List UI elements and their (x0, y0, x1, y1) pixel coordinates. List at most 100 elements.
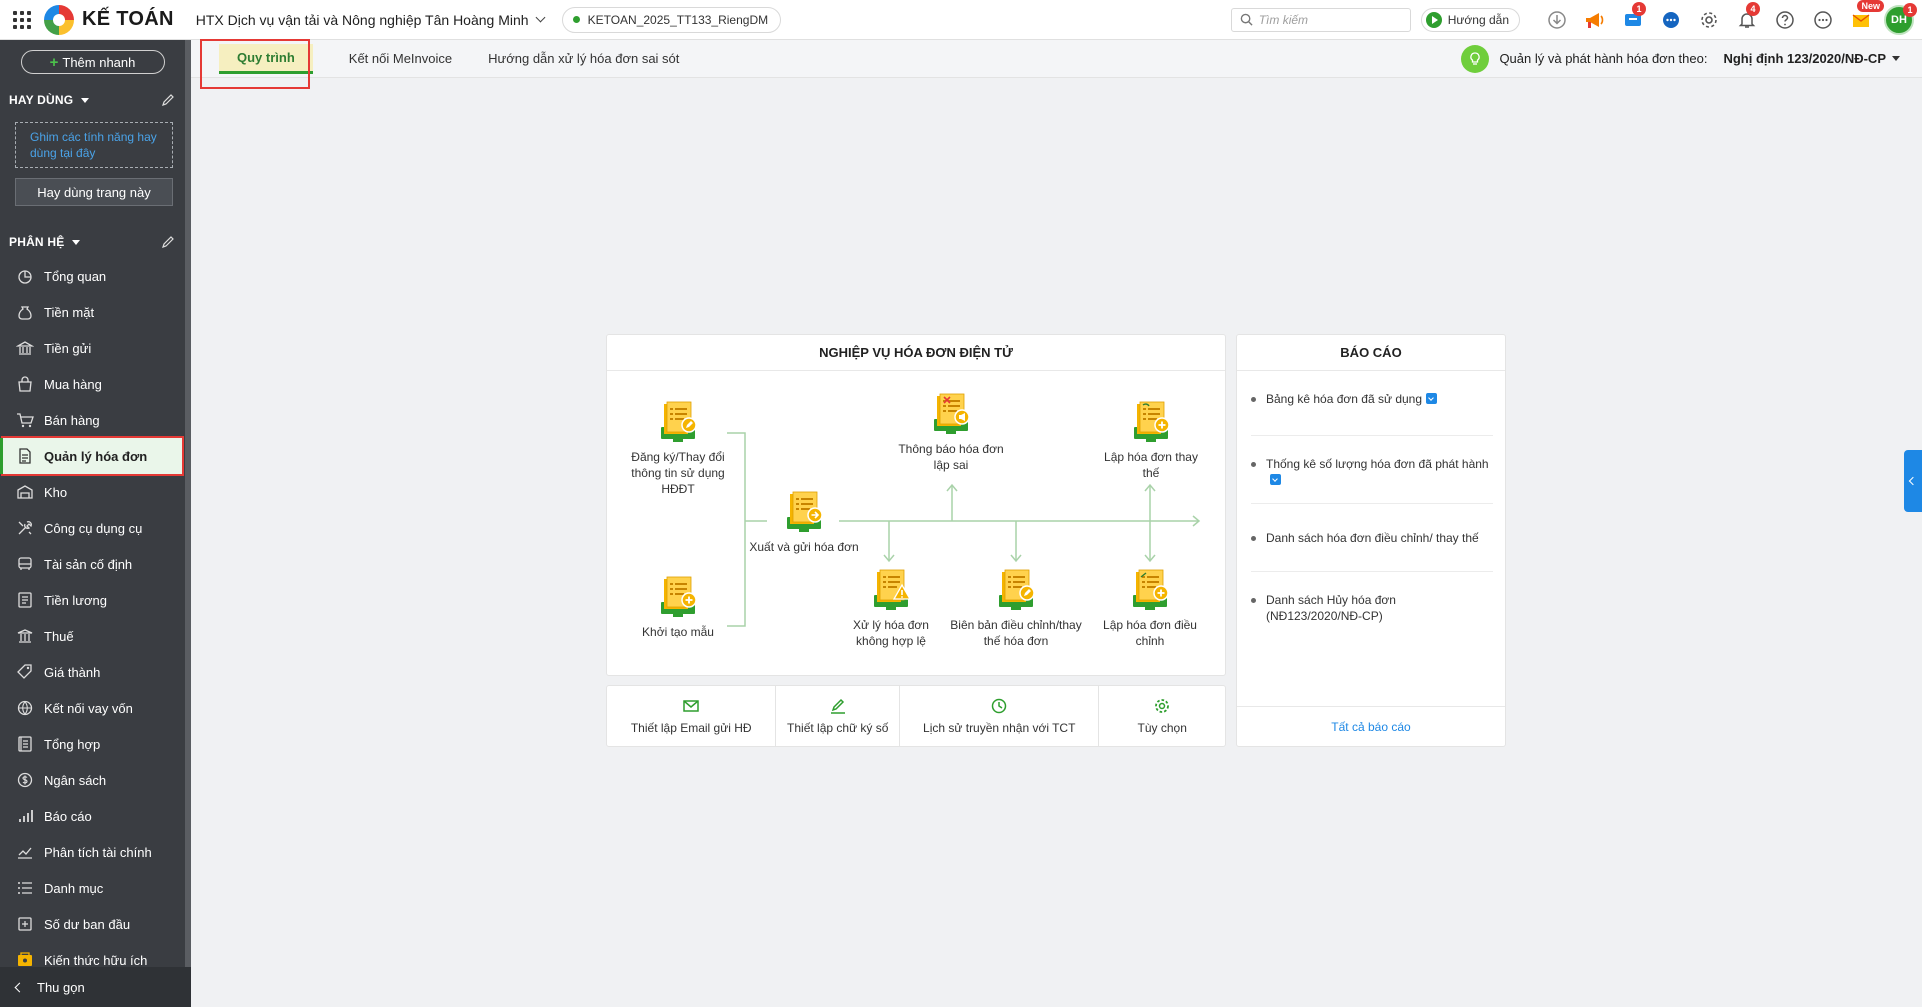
invoice-icon (19, 448, 31, 464)
sidebar-item-categories[interactable]: Danh mục (0, 870, 185, 906)
report-adjust-replace-list[interactable]: Danh sách hóa đơn điều chỉnh/ thay thế (1251, 504, 1493, 572)
tab-error-invoice-guide[interactable]: Hướng dẫn xử lý hóa đơn sai sót (470, 40, 697, 78)
cash-icon (18, 306, 32, 320)
issue-send-invoice-node[interactable]: Xuất và gửi hóa đơn (744, 491, 864, 555)
favorites-title: HAY DÙNG (9, 93, 74, 107)
sidebar-item-label: Bán hàng (44, 412, 100, 428)
create-template-icon (655, 576, 697, 618)
edit-pencil-icon[interactable] (161, 93, 175, 107)
whats-new-button[interactable]: New (1842, 0, 1884, 40)
sidebar-item-tools[interactable]: Công cụ dụng cụ (0, 510, 185, 546)
sidebar-item-tax[interactable]: Thuế (0, 618, 185, 654)
digital-signature-settings-button[interactable]: Thiết lập chữ ký số (776, 686, 901, 746)
more-button[interactable] (1804, 0, 1842, 40)
all-reports-link[interactable]: Tất cả báo cáo (1237, 706, 1505, 746)
create-template-node[interactable]: Khởi tạo mẫu (627, 576, 729, 640)
favorites-section-header: HAY DÙNG (0, 90, 185, 110)
edit-pencil-icon[interactable] (161, 235, 175, 249)
sidebar-item-label: Tổng hợp (44, 736, 101, 752)
tab-meinvoice-connection[interactable]: Kết nối MeInvoice (331, 40, 470, 78)
node-label: Thông báo hóa đơn lập sai (898, 442, 1004, 472)
sidebar-item-purchase[interactable]: Mua hàng (0, 366, 185, 402)
sidebar-item-label: Thuế (44, 628, 74, 644)
report-issued-count[interactable]: Thống kê số lượng hóa đơn đã phát hành (1251, 436, 1493, 504)
caret-down-icon[interactable] (81, 97, 90, 103)
notification-button[interactable]: 4 (1728, 0, 1766, 40)
salary-icon (18, 592, 32, 608)
chat-button[interactable] (1652, 0, 1690, 40)
warning-document-icon (868, 569, 912, 611)
settings-button[interactable] (1690, 0, 1728, 40)
sidebar-item-deposit[interactable]: Tiền gửi (0, 330, 185, 366)
sidebar-item-knowledge[interactable]: Kiến thức hữu ích (0, 942, 185, 967)
sidebar-item-label: Tổng quan (44, 268, 107, 284)
tab-workflow[interactable]: Quy trình (201, 40, 331, 78)
list-icon (18, 882, 32, 894)
sidebar-item-sales[interactable]: Bán hàng (0, 402, 185, 438)
sidebar-item-label: Giá thành (44, 664, 101, 680)
tab-label: Hướng dẫn xử lý hóa đơn sai sót (488, 51, 680, 66)
notify-error-invoice-node[interactable]: Thông báo hóa đơn lập sai (895, 393, 1007, 473)
create-replacement-invoice-node[interactable]: Lập hóa đơn thay thế (1099, 401, 1203, 481)
tool-label: Thiết lập Email gửi HĐ (630, 721, 752, 735)
decree-dropdown[interactable]: Nghị định 123/2020/NĐ-CP (1723, 51, 1900, 66)
handle-invalid-invoice-node[interactable]: Xử lý hóa đơn không hợp lệ (839, 569, 943, 649)
announcement-button[interactable] (1576, 0, 1614, 40)
sidebar-item-label: Kết nối vay vốn (44, 700, 133, 716)
download-button[interactable] (1538, 0, 1576, 40)
search-input[interactable] (1258, 12, 1399, 27)
collapse-label: Thu gọn (37, 979, 85, 995)
register-invoice-node[interactable]: Đăng ký/Thay đổi thông tin sử dụng HĐĐT (627, 401, 729, 497)
settings-tools-bar: Thiết lập Email gửi HĐ Thiết lập chữ ký … (606, 685, 1226, 747)
envelope-icon (683, 700, 699, 712)
collapse-sidebar-button[interactable]: Thu gọn (0, 967, 191, 1007)
price-tag-icon (17, 664, 32, 679)
adjustment-minutes-node[interactable]: Biên bản điều chỉnh/thay thế hóa đơn (946, 569, 1086, 649)
report-icon (19, 810, 33, 822)
sidebar-item-budget[interactable]: Ngân sách (0, 762, 185, 798)
sidebar-item-opening-balance[interactable]: Số dư ban đầu (0, 906, 185, 942)
sidebar-item-financial-analysis[interactable]: Phân tích tài chính (0, 834, 185, 870)
app-launcher-icon[interactable] (0, 0, 44, 40)
sidebar-item-cash[interactable]: Tiền mặt (0, 294, 185, 330)
ledger-icon (18, 736, 32, 752)
favorite-this-page-button[interactable]: Hay dùng trang này (15, 178, 173, 206)
create-adjustment-invoice-node[interactable]: Lập hóa đơn điều chỉnh (1097, 569, 1203, 649)
sidebar-item-warehouse[interactable]: Kho (0, 474, 185, 510)
report-list: Bảng kê hóa đơn đã sử dụng Thống kê số l… (1237, 371, 1507, 640)
right-panel-toggle[interactable] (1904, 450, 1922, 512)
email-settings-button[interactable]: Thiết lập Email gửi HĐ (607, 686, 777, 746)
sidebar-item-invoice-management[interactable]: Quản lý hóa đơn (0, 436, 184, 476)
sidebar-item-reports[interactable]: Báo cáo (0, 798, 185, 834)
sidebar-item-loan[interactable]: Kết nối vay vốn (0, 690, 185, 726)
report-label: Thống kê số lượng hóa đơn đã phát hành (1266, 457, 1489, 471)
company-selector[interactable]: HTX Dịch vụ vận tải và Nông nghiệp Tân H… (196, 12, 546, 28)
reports-title: BÁO CÁO (1237, 335, 1505, 371)
tax-authority-history-button[interactable]: Lịch sử truyền nhận với TCT (900, 686, 1100, 746)
report-cancelled-list[interactable]: Danh sách Hủy hóa đơn (NĐ123/2020/NĐ-CP) (1251, 572, 1493, 640)
sidebar-item-label: Mua hàng (44, 376, 102, 392)
sidebar-item-overview[interactable]: Tổng quan (0, 258, 185, 294)
cart-button[interactable]: 1 (1614, 0, 1652, 40)
options-button[interactable]: Tùy chọn (1099, 686, 1225, 746)
bullet-icon (1251, 536, 1256, 541)
node-label: Khởi tạo mẫu (642, 625, 714, 639)
bullet-icon (1251, 598, 1256, 603)
sidebar-item-salary[interactable]: Tiền lương (0, 582, 185, 618)
sidebar-item-label: Tài sản cố định (44, 556, 133, 572)
app-logo[interactable]: KẾ TOÁN (44, 4, 174, 35)
warehouse-icon (17, 485, 33, 499)
sidebar-item-fixed-assets[interactable]: Tài sản cố định (0, 546, 185, 582)
sidebar-item-costing[interactable]: Giá thành (0, 654, 185, 690)
report-used-invoices[interactable]: Bảng kê hóa đơn đã sử dụng (1251, 371, 1493, 436)
avatar[interactable]: DH 1 (1884, 2, 1917, 35)
replace-invoice-icon (1128, 401, 1170, 443)
caret-down-icon[interactable] (72, 239, 81, 245)
guide-button[interactable]: Hướng dẫn (1420, 7, 1520, 32)
sidebar-scrollbar[interactable] (185, 40, 191, 967)
quick-add-button[interactable]: + Thêm nhanh (20, 50, 165, 74)
database-selector[interactable]: KETOAN_2025_TT133_RiengDM (561, 6, 782, 33)
sidebar-item-general-ledger[interactable]: Tổng hợp (0, 726, 185, 762)
tool-label: Thiết lập chữ ký số (787, 721, 889, 735)
help-button[interactable] (1766, 0, 1804, 40)
